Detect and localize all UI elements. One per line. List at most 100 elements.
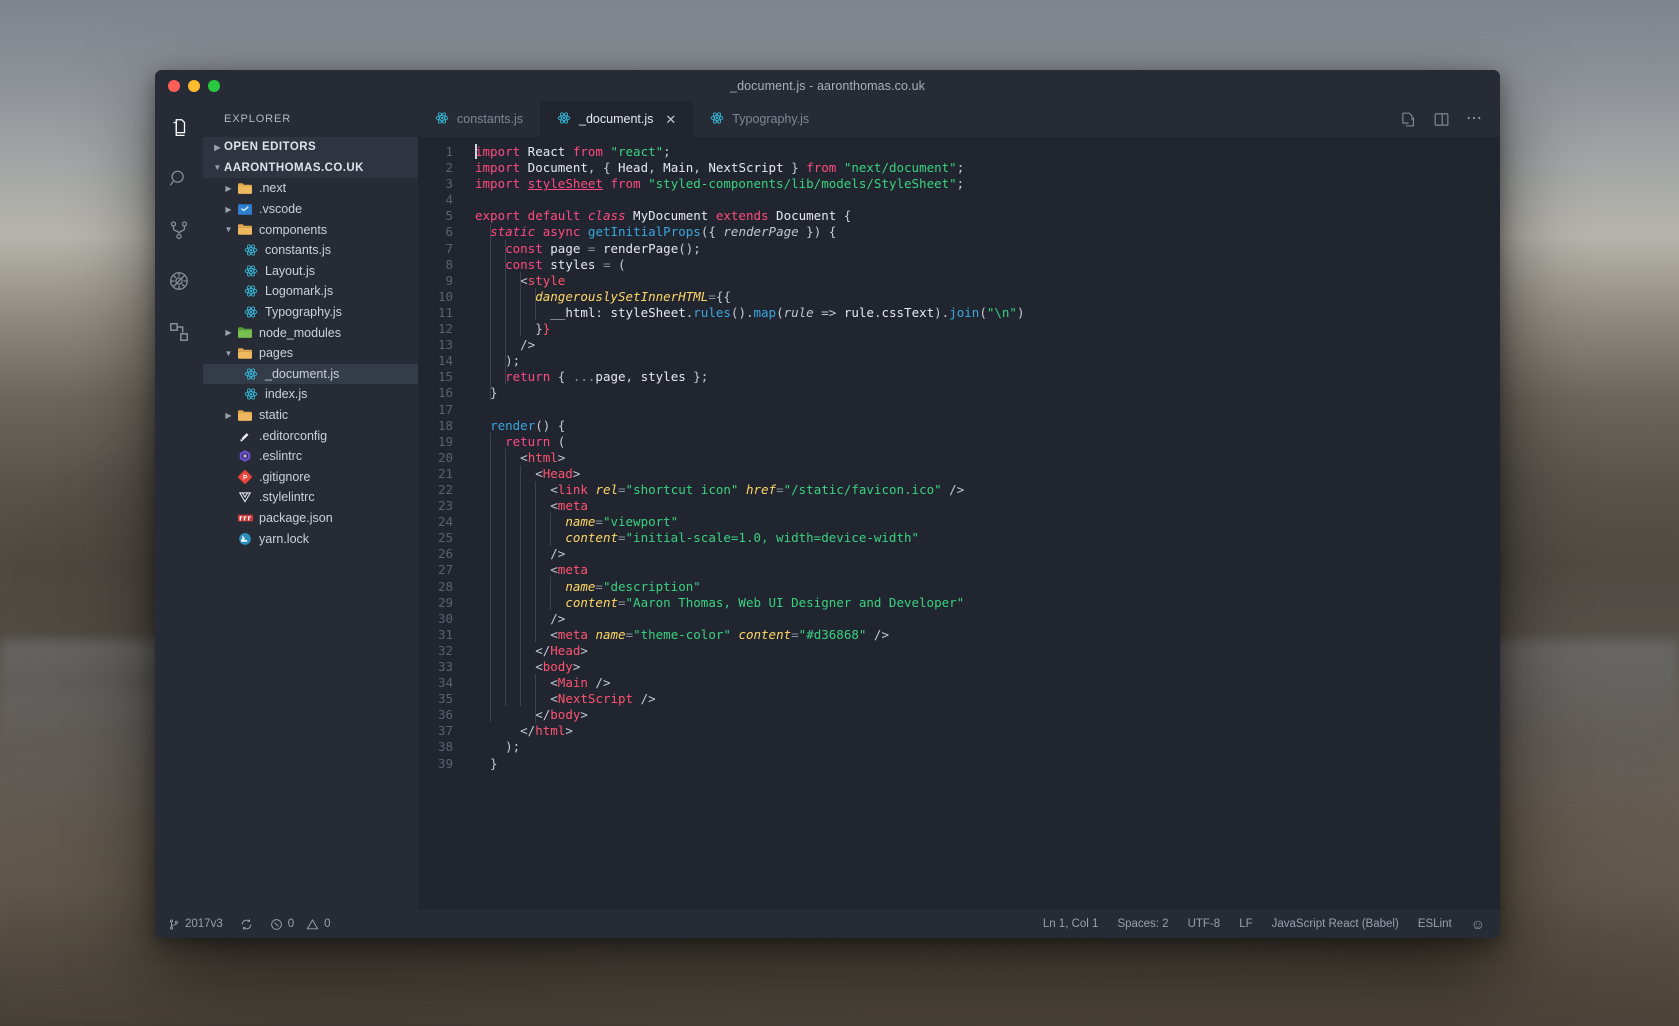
status-error-count: 0	[288, 918, 294, 930]
eslint-icon	[235, 449, 255, 463]
code-line-22: <link rel="shortcut icon" href="/static/…	[475, 482, 1500, 498]
code-line-19: return (	[475, 434, 1500, 450]
code-line-13: />	[475, 337, 1500, 353]
code-line-27: <meta	[475, 562, 1500, 578]
tree-item-label: Layout.js	[261, 264, 315, 278]
search-icon[interactable]	[164, 164, 194, 194]
tab-document-js[interactable]: _document.js ✕	[540, 101, 693, 137]
code-line-25: content="initial-scale=1.0, width=device…	[475, 530, 1500, 546]
status-encoding[interactable]: UTF-8	[1188, 918, 1221, 930]
tree-item-logomark-js[interactable]: Logomark.js	[203, 281, 418, 302]
status-line-endings[interactable]: LF	[1239, 918, 1252, 930]
code-line-10: dangerouslySetInnerHTML={{	[475, 289, 1500, 305]
tree-item-stylelintrc[interactable]: .stylelintrc	[203, 487, 418, 508]
tree-item-gitignore[interactable]: .gitignore	[203, 467, 418, 488]
tab-label: _document.js	[579, 112, 653, 126]
tree-item-label: index.js	[261, 387, 307, 401]
tab-label: Typography.js	[732, 112, 809, 126]
tree-item-layout-js[interactable]: Layout.js	[203, 261, 418, 282]
react-icon	[241, 264, 261, 278]
code-line-28: name="description"	[475, 579, 1500, 595]
npm-icon	[235, 512, 255, 524]
status-bar: 2017v3 0 0 Ln 1, Col 1 Spaces	[155, 910, 1500, 938]
tab-constants-js[interactable]: constants.js	[418, 101, 540, 137]
code-line-7: const page = renderPage();	[475, 241, 1500, 257]
folder-open-icon	[235, 223, 255, 236]
tree-item-label: .next	[255, 181, 286, 195]
tree-item-label: Typography.js	[261, 305, 342, 319]
tree-item-label: static	[255, 408, 288, 422]
explorer-icon[interactable]	[164, 113, 194, 143]
tree-item-editorconfig[interactable]: .editorconfig	[203, 425, 418, 446]
code-editor[interactable]: 12345678 910111213141516 171819202122232…	[418, 137, 1500, 910]
git-icon	[235, 470, 255, 484]
tree-item-components[interactable]: ▼ components	[203, 219, 418, 240]
code-line-4	[475, 192, 1500, 208]
more-actions-icon[interactable]: ⋯	[1466, 111, 1483, 127]
tab-label: constants.js	[457, 112, 523, 126]
sidebar-section-open-editors[interactable]: ▶ OPEN EDITORS	[203, 137, 418, 158]
feedback-smiley-icon[interactable]: ☺	[1471, 916, 1485, 932]
status-language-mode[interactable]: JavaScript React (Babel)	[1272, 918, 1399, 930]
tree-item-label: Logomark.js	[261, 284, 333, 298]
window-title: _document.js - aaronthomas.co.uk	[155, 79, 1500, 93]
source-control-icon[interactable]	[164, 215, 194, 245]
code-line-34: <Main />	[475, 675, 1500, 691]
code-line-32: </Head>	[475, 643, 1500, 659]
code-line-30: />	[475, 611, 1500, 627]
tree-item-label: .eslintrc	[255, 449, 302, 463]
react-icon	[241, 284, 261, 298]
tree-item-label: _document.js	[261, 367, 339, 381]
section-label: OPEN EDITORS	[224, 141, 316, 153]
code-line-12: }}	[475, 321, 1500, 337]
chevron-right-icon: ▶	[222, 328, 235, 337]
chevron-right-icon: ▶	[222, 184, 235, 193]
tree-item-index-js[interactable]: index.js	[203, 384, 418, 405]
code-line-1: import React from "react";	[475, 144, 1500, 160]
file-tree[interactable]: ▶ OPEN EDITORS ▼ AARONTHOMAS.CO.UK ▶ .ne…	[203, 137, 418, 549]
status-git-branch[interactable]: 2017v3	[168, 918, 223, 931]
code-line-39: }	[475, 756, 1500, 772]
tree-item-label: .stylelintrc	[255, 490, 315, 504]
debug-icon[interactable]	[164, 266, 194, 296]
line-number-gutter: 12345678 910111213141516 171819202122232…	[418, 144, 464, 910]
react-icon	[241, 387, 261, 401]
code-line-3: import styleSheet from "styled-component…	[475, 176, 1500, 192]
extensions-icon[interactable]	[164, 317, 194, 347]
status-eslint[interactable]: ESLint	[1418, 918, 1452, 930]
tree-item-document-js[interactable]: _document.js	[203, 364, 418, 385]
chevron-down-icon: ▼	[211, 163, 224, 172]
status-sync-button[interactable]	[240, 918, 253, 931]
react-icon	[557, 111, 571, 128]
stylelint-icon	[235, 490, 255, 504]
tree-item-static[interactable]: ▶ static	[203, 405, 418, 426]
yarn-icon	[235, 532, 255, 546]
status-indentation[interactable]: Spaces: 2	[1117, 918, 1168, 930]
tree-item-typography-js[interactable]: Typography.js	[203, 302, 418, 323]
tree-item-next[interactable]: ▶ .next	[203, 178, 418, 199]
activity-bar	[155, 101, 203, 910]
tab-close-icon[interactable]: ✕	[665, 113, 676, 126]
title-bar: _document.js - aaronthomas.co.uk	[155, 70, 1500, 101]
tree-item-yarn-lock[interactable]: yarn.lock	[203, 528, 418, 549]
status-cursor-position[interactable]: Ln 1, Col 1	[1043, 918, 1099, 930]
tab-typography-js[interactable]: Typography.js	[693, 101, 826, 137]
code-line-11: __html: styleSheet.rules().map(rule => r…	[475, 305, 1500, 321]
tree-item-constants-js[interactable]: constants.js	[203, 240, 418, 261]
split-editor-icon[interactable]	[1433, 111, 1450, 128]
tree-item-package-json[interactable]: package.json	[203, 508, 418, 529]
code-line-20: <html>	[475, 450, 1500, 466]
sidebar-section-project-root[interactable]: ▼ AARONTHOMAS.CO.UK	[203, 158, 418, 179]
status-problems[interactable]: 0 0	[270, 918, 331, 931]
tree-item-pages[interactable]: ▼ pages	[203, 343, 418, 364]
tree-item-eslintrc[interactable]: .eslintrc	[203, 446, 418, 467]
code-line-6: static async getInitialProps({ renderPag…	[475, 224, 1500, 240]
open-changes-icon[interactable]	[1400, 111, 1417, 128]
chevron-down-icon: ▼	[222, 225, 235, 234]
code-lines[interactable]: import React from "react"; import Docume…	[464, 144, 1500, 910]
code-line-14: );	[475, 353, 1500, 369]
tree-item-label: yarn.lock	[255, 532, 309, 546]
code-line-5: export default class MyDocument extends …	[475, 208, 1500, 224]
tree-item-vscode[interactable]: ▶ .vscode	[203, 199, 418, 220]
tree-item-node-modules[interactable]: ▶ node_modules	[203, 322, 418, 343]
